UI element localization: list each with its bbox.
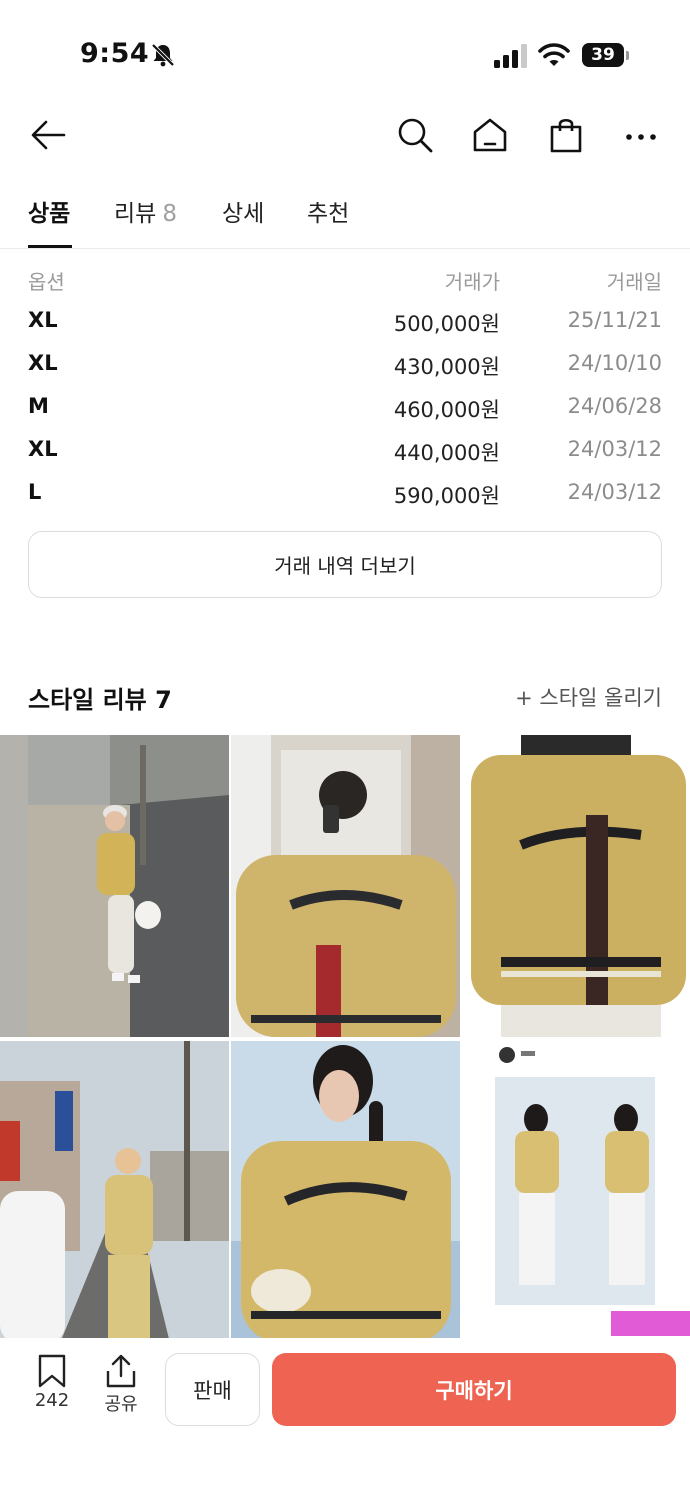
top-nav <box>0 105 690 165</box>
header-date: 거래일 <box>606 270 662 294</box>
row-option: XL <box>28 437 58 461</box>
bottom-action-bar: 242 공유 판매 구매하기 <box>0 1338 690 1500</box>
battery-icon: 39 <box>582 43 630 69</box>
review-count: 8 <box>162 201 177 227</box>
table-row: XL 430,000원 24/10/10 <box>28 345 662 388</box>
sell-button[interactable]: 판매 <box>165 1353 260 1426</box>
style-review-title: 스타일 리뷰 7 <box>28 686 172 714</box>
status-time: 9:54 <box>80 38 150 69</box>
row-option: M <box>28 394 49 418</box>
tab-review[interactable]: 리뷰 8 <box>114 194 177 228</box>
row-price: 500,000원 <box>393 312 500 336</box>
header-price: 거래가 <box>444 270 500 294</box>
table-row: L 590,000원 24/03/12 <box>28 474 662 517</box>
bookmark-icon <box>38 1354 66 1388</box>
tab-label: 추천 <box>307 201 350 227</box>
row-price: 460,000원 <box>393 398 500 422</box>
trade-history-table: 옵션 거래가 거래일 XL 500,000원 25/11/21 XL 430,0… <box>28 262 662 517</box>
bookmark-count: 242 <box>34 1390 70 1411</box>
row-option: XL <box>28 351 58 375</box>
search-button[interactable] <box>393 113 437 157</box>
style-photo[interactable] <box>231 1041 460 1343</box>
table-row: M 460,000원 24/06/28 <box>28 388 662 431</box>
cart-button[interactable] <box>544 113 588 157</box>
tab-detail[interactable]: 상세 <box>222 194 264 228</box>
tab-product[interactable]: 상품 <box>28 194 70 228</box>
bell-off-icon <box>151 43 175 67</box>
search-icon <box>398 118 433 153</box>
style-photo[interactable] <box>461 735 690 1037</box>
style-photo[interactable] <box>461 1041 690 1343</box>
active-tab-indicator <box>28 245 72 248</box>
back-arrow-icon <box>31 120 66 150</box>
style-photo-grid <box>0 735 690 1343</box>
row-date: 24/10/10 <box>567 351 662 375</box>
more-icon <box>626 134 656 140</box>
table-header: 옵션 거래가 거래일 <box>28 262 662 302</box>
row-price: 590,000원 <box>393 484 500 508</box>
share-button[interactable]: 공유 <box>94 1354 148 1424</box>
back-button[interactable] <box>26 113 70 157</box>
style-photo[interactable] <box>0 1041 229 1343</box>
row-date: 24/06/28 <box>567 394 662 418</box>
row-date: 24/03/12 <box>567 437 662 461</box>
trade-history-more-button[interactable]: 거래 내역 더보기 <box>28 531 662 598</box>
table-row: XL 500,000원 25/11/21 <box>28 302 662 345</box>
wifi-icon <box>538 43 570 66</box>
row-date: 25/11/21 <box>567 308 662 332</box>
table-row: XL 440,000원 24/03/12 <box>28 431 662 474</box>
cellular-signal-icon <box>494 44 527 68</box>
share-label: 공유 <box>104 1394 138 1415</box>
bookmark-button[interactable]: 242 <box>22 1354 82 1424</box>
home-button[interactable] <box>468 113 512 157</box>
shopping-bag-icon <box>550 118 582 153</box>
battery-level: 39 <box>582 43 624 67</box>
home-icon <box>473 118 507 152</box>
row-option: L <box>28 480 42 504</box>
tab-recommend[interactable]: 추천 <box>307 194 349 228</box>
tab-label: 상품 <box>28 201 71 227</box>
tab-label: 상세 <box>222 201 265 227</box>
row-price: 440,000원 <box>393 441 500 465</box>
more-options-button[interactable] <box>619 113 663 157</box>
tab-label: 리뷰 <box>114 201 157 227</box>
row-option: XL <box>28 308 58 332</box>
style-upload-link[interactable]: + 스타일 올리기 <box>515 682 662 712</box>
row-date: 24/03/12 <box>567 480 662 504</box>
share-icon <box>106 1354 136 1388</box>
style-photo[interactable] <box>231 735 460 1037</box>
status-bar: 9:54 39 <box>0 0 690 100</box>
product-tabs: 상품 리뷰 8 상세 추천 <box>0 190 690 249</box>
style-photo[interactable] <box>0 735 229 1037</box>
buy-button[interactable]: 구매하기 <box>272 1353 676 1426</box>
header-option: 옵션 <box>28 270 65 294</box>
row-price: 430,000원 <box>393 355 500 379</box>
